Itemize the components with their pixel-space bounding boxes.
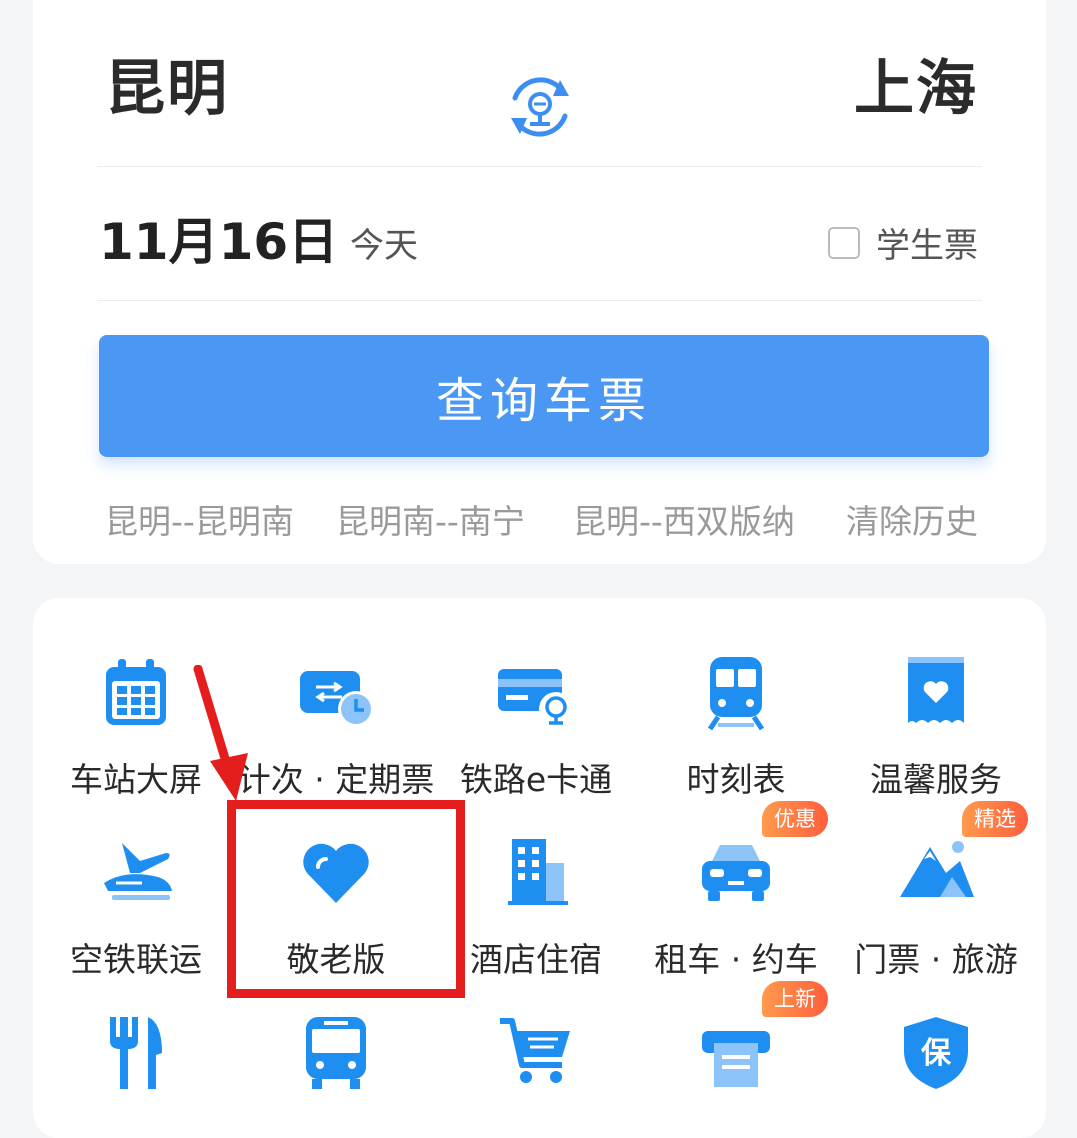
fork-knife-icon xyxy=(110,1017,162,1089)
student-ticket-label: 学生票 xyxy=(876,226,978,266)
printer-icon xyxy=(702,1031,770,1087)
shopping-cart-icon xyxy=(500,1018,570,1083)
heart-box-icon xyxy=(908,657,964,723)
calendar-grid-icon xyxy=(106,659,166,725)
railway-card-icon xyxy=(498,669,573,726)
arrival-city[interactable]: 上海 xyxy=(854,40,978,127)
annotation-arrow-icon xyxy=(193,665,248,801)
divider xyxy=(97,166,982,167)
checkbox-icon[interactable] xyxy=(828,226,860,259)
search-card: 昆明 上海 11月16日 今天 学生票 查询车票 昆明--昆明南 昆明南--南宁… xyxy=(33,0,1046,564)
history-item[interactable]: 昆明--昆明南 xyxy=(105,495,294,543)
history-item[interactable]: 昆明南--南宁 xyxy=(336,495,525,543)
services-card: 车站大屏 计次 · 定期票 铁路e卡通 时刻表 温馨服务 空铁联运 敬老版 酒店… xyxy=(33,598,1046,1138)
departure-city[interactable]: 昆明 xyxy=(105,40,229,127)
promo-badge: 优惠 xyxy=(762,801,828,837)
clear-history-button[interactable]: 清除历史 xyxy=(846,495,978,543)
date-relative-label: 今天 xyxy=(350,226,418,266)
car-icon xyxy=(702,845,770,901)
search-tickets-button[interactable]: 查询车票 xyxy=(99,335,989,457)
swap-stations-icon[interactable] xyxy=(503,70,577,144)
hotel-building-icon xyxy=(508,839,568,905)
travel-date[interactable]: 11月16日 xyxy=(99,202,338,274)
ticket-clock-icon xyxy=(300,671,374,727)
service-label: 门票 · 旅游 xyxy=(854,940,1018,979)
train-icon xyxy=(707,657,765,731)
shield-glyph: 保 xyxy=(921,1036,952,1071)
service-label: 温馨服务 xyxy=(870,760,1002,799)
student-ticket-checkbox[interactable]: 学生票 xyxy=(828,218,978,267)
featured-badge: 精选 xyxy=(962,801,1028,837)
history-item[interactable]: 昆明--西双版纳 xyxy=(573,495,795,543)
annotation-highlight-box xyxy=(227,800,465,998)
new-badge: 上新 xyxy=(762,981,828,1017)
plane-train-icon xyxy=(104,843,172,900)
bus-icon xyxy=(306,1017,366,1089)
insurance-shield-icon: 保 xyxy=(904,1017,968,1089)
mountain-icon xyxy=(900,841,974,897)
divider xyxy=(97,300,982,301)
